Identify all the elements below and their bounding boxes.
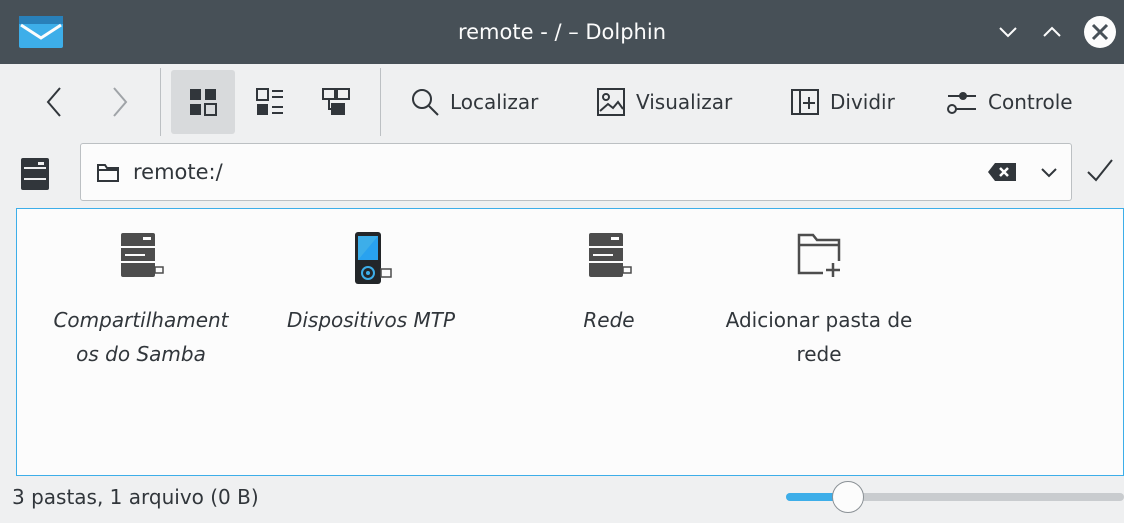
- maximize-icon[interactable]: [1034, 14, 1070, 50]
- chevron-down-icon[interactable]: [1039, 162, 1059, 182]
- title-bar: remote - / – Dolphin: [0, 0, 1124, 64]
- toolbar-separator: [160, 68, 161, 136]
- file-view[interactable]: Compartilhament os do Samba Dispositivos…: [16, 208, 1124, 476]
- clear-location-icon[interactable]: [987, 162, 1017, 182]
- places-panel-icon[interactable]: [20, 157, 50, 191]
- split-label: Dividir: [830, 90, 895, 114]
- list-item[interactable]: Rede: [499, 231, 719, 337]
- status-text: 3 pastas, 1 arquivo (0 B): [12, 485, 259, 509]
- details-view-icon: [322, 88, 350, 115]
- location-path[interactable]: remote:/: [133, 144, 223, 200]
- toolbar-separator: [380, 68, 381, 136]
- split-icon: [791, 89, 819, 115]
- find-button[interactable]: Localizar: [410, 70, 538, 134]
- item-label-line-1: Compartilhament: [53, 308, 229, 332]
- back-icon: [46, 87, 61, 117]
- compact-view-button[interactable]: [240, 70, 300, 134]
- list-item[interactable]: Dispositivos MTP: [261, 231, 481, 337]
- forward-button[interactable]: [94, 70, 146, 134]
- preview-label: Visualizar: [636, 90, 733, 114]
- preview-icon: [597, 88, 625, 116]
- location-bar[interactable]: remote:/: [80, 143, 1072, 201]
- window-title: remote - / – Dolphin: [457, 20, 667, 44]
- split-button[interactable]: Dividir: [790, 70, 895, 134]
- item-label-line-2: rede: [796, 342, 842, 366]
- icons-view-icon: [190, 89, 217, 116]
- control-button[interactable]: Controle: [946, 70, 1073, 134]
- mtp-device-icon: [355, 232, 392, 284]
- control-label: Controle: [988, 90, 1073, 114]
- icons-view-button[interactable]: [171, 70, 235, 134]
- control-icon: [947, 92, 976, 114]
- item-label-line-1: Rede: [583, 308, 635, 332]
- compact-view-icon: [256, 88, 283, 115]
- item-label-line-2: os do Samba: [76, 342, 206, 366]
- item-label-line-1: Adicionar pasta de: [725, 308, 913, 332]
- find-label: Localizar: [450, 90, 539, 114]
- search-icon: [412, 89, 439, 116]
- folder-add-icon: [797, 233, 843, 279]
- list-item[interactable]: Adicionar pasta de rede: [709, 231, 929, 371]
- main-toolbar: Localizar Visualizar Dividir Controle: [0, 64, 1124, 140]
- preview-button[interactable]: Visualizar: [596, 70, 732, 134]
- minimize-icon[interactable]: [990, 14, 1026, 50]
- zoom-slider-handle[interactable]: [831, 481, 864, 513]
- list-item[interactable]: Compartilhament os do Samba: [31, 231, 251, 371]
- back-button[interactable]: [28, 70, 80, 134]
- confirm-location-icon[interactable]: [1086, 156, 1114, 186]
- close-icon[interactable]: [1082, 14, 1118, 50]
- forward-icon: [113, 87, 128, 117]
- network-server-icon: [121, 233, 164, 277]
- network-server-icon: [589, 233, 632, 277]
- folder-icon: [97, 164, 119, 182]
- item-label-line-1: Dispositivos MTP: [286, 308, 456, 332]
- details-view-button[interactable]: [306, 70, 366, 134]
